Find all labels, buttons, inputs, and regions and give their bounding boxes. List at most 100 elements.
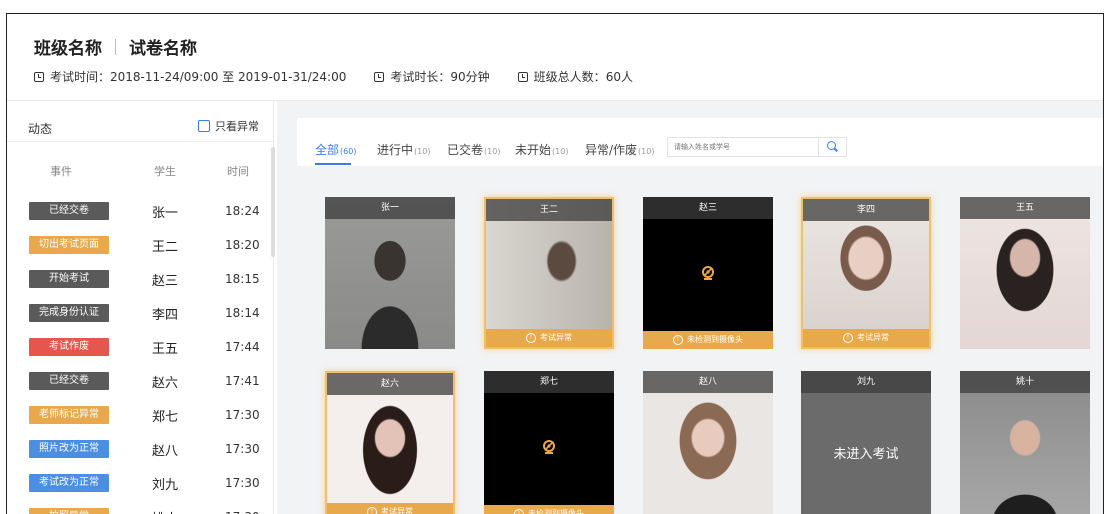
event-time: 17:44: [225, 340, 260, 354]
student-name: 赵六: [327, 373, 453, 395]
event-time: 18:15: [225, 272, 260, 286]
class-name: 班级名称: [34, 39, 102, 59]
search-icon: [827, 141, 836, 150]
student-card[interactable]: 刘九 未进入考试: [801, 371, 931, 514]
student-search: [667, 137, 847, 157]
exam-time-value: 2018-11-24/09:00 至 2019-01-31/24:00: [110, 70, 347, 84]
event-tag: 已经交卷: [29, 202, 109, 220]
tab-2[interactable]: 已交卷(10): [447, 141, 500, 158]
duration-value: 90分钟: [450, 70, 490, 84]
event-student: 李四: [152, 308, 179, 323]
duration-label: 考试时长：: [390, 70, 451, 84]
event-time: 17:30: [225, 442, 260, 456]
event-tag: 开始考试: [29, 270, 109, 288]
student-name: 赵三: [643, 197, 773, 219]
activity-row[interactable]: 考试改为正常 刘九 17:30: [7, 468, 273, 500]
not-entered-label: 未进入考试: [833, 447, 899, 462]
event-time: 18:14: [225, 306, 260, 320]
student-card[interactable]: 张一: [325, 197, 455, 349]
tab-count: (10): [414, 147, 431, 156]
activity-row[interactable]: 切出考试页面 王二 18:20: [7, 230, 273, 262]
exam-monitor-window: 班级名称 试卷名称 考试时间： 2018-11-24/09:00 至 2019-…: [6, 13, 1104, 514]
student-card[interactable]: 王五: [960, 197, 1090, 349]
column-header-event: 事件: [50, 165, 72, 178]
student-photo: [486, 199, 612, 347]
activity-row[interactable]: 老师标记异常 郑七 17:30: [7, 400, 273, 432]
paper-name: 试卷名称: [129, 39, 197, 59]
student-card[interactable]: 郑七! 未检测到摄像头: [484, 371, 614, 514]
event-tag: 完成身份认证: [29, 304, 109, 322]
tab-label: 异常/作废: [585, 143, 638, 157]
search-button[interactable]: [818, 138, 846, 156]
student-card[interactable]: 王二! 考试异常: [484, 197, 614, 349]
activity-row[interactable]: 完成身份认证 李四 18:14: [7, 298, 273, 330]
activity-row[interactable]: 开始考试 赵三 18:15: [7, 264, 273, 296]
tab-count: (60): [340, 147, 357, 156]
only-abnormal-toggle[interactable]: 只看异常: [198, 118, 259, 134]
event-tag: 拍照异常: [29, 508, 109, 514]
only-abnormal-label: 只看异常: [215, 120, 259, 133]
student-name: 李四: [803, 199, 929, 221]
student-name: 刘九: [801, 371, 931, 393]
activity-panel: 动态 只看异常 事件 学生 时间 已经交卷 张一 18:24 切出考试页面 王二 18:2…: [7, 101, 275, 514]
event-tag: 照片改为正常: [29, 440, 109, 458]
student-card[interactable]: 赵八: [643, 371, 773, 514]
column-header-time: 时间: [227, 165, 249, 178]
tab-label: 进行中: [377, 143, 414, 157]
event-tag: 老师标记异常: [29, 406, 109, 424]
search-input[interactable]: [668, 138, 830, 156]
page-title: 班级名称 试卷名称: [34, 34, 197, 59]
event-student: 赵三: [152, 274, 179, 289]
event-student: 姚十: [152, 508, 178, 514]
activity-header: 动态 只看异常: [7, 101, 273, 142]
warning-icon: !: [514, 508, 524, 514]
student-card[interactable]: 赵六! 考试异常: [325, 371, 455, 514]
event-student: 赵六: [152, 376, 179, 391]
activity-row[interactable]: 已经交卷 张一 18:24: [7, 196, 273, 228]
warning-icon: !: [367, 506, 377, 514]
clock-icon: [374, 71, 385, 82]
student-card[interactable]: 赵三 ! 未检测到摄像头: [643, 197, 773, 349]
total-label: 班级总人数：: [533, 70, 606, 84]
event-tag: 切出考试页面: [29, 236, 109, 254]
total-value: 60人: [605, 70, 633, 84]
event-time: 17:30: [225, 408, 260, 422]
student-name: 赵八: [643, 371, 773, 393]
filter-bar: 全部(60) 进行中(10) 已交卷(10) 未开始(10) 异常/作废(10): [297, 118, 1103, 166]
tab-0[interactable]: 全部(60): [315, 141, 356, 158]
event-time: 17:30: [225, 476, 260, 490]
event-student: 郑七: [152, 410, 179, 425]
event-time: 18:20: [225, 238, 260, 252]
tab-count: (10): [638, 147, 655, 156]
event-tag: 已经交卷: [29, 372, 109, 390]
student-photo: [325, 197, 455, 349]
event-student: 王二: [152, 240, 179, 255]
page-header: 班级名称 试卷名称 考试时间： 2018-11-24/09:00 至 2019-…: [7, 14, 1103, 101]
event-student: 王五: [152, 342, 179, 357]
warning-icon: !: [673, 334, 683, 345]
student-grid-panel: 全部(60)进行中(10)已交卷(10)未开始(10)异常/作废(10) 张一王…: [277, 101, 1103, 514]
activity-row[interactable]: 拍照异常 姚十 17:30: [7, 502, 273, 514]
tab-label: 全部: [315, 143, 340, 157]
tab-1[interactable]: 进行中(10): [377, 141, 430, 158]
clock-icon: [34, 71, 44, 82]
exam-duration: 考试时长： 90分钟: [374, 68, 490, 85]
activity-row[interactable]: 已经交卷 赵六 17:41: [7, 366, 273, 398]
activity-row[interactable]: 照片改为正常 赵八 17:30: [7, 434, 273, 466]
student-card[interactable]: 李四! 考试异常: [801, 197, 931, 349]
column-header-student: 学生: [154, 165, 176, 178]
student-card[interactable]: 姚十: [960, 371, 1090, 514]
card-status-bar: ! 未检测到摄像头: [643, 331, 773, 349]
tab-count: (10): [484, 147, 501, 156]
tab-label: 未开始: [515, 143, 552, 157]
clock-icon: [517, 71, 528, 82]
tab-3[interactable]: 未开始(10): [515, 141, 568, 158]
tab-4[interactable]: 异常/作废(10): [585, 141, 654, 158]
card-status-bar: ! 未检测到摄像头: [484, 505, 614, 514]
student-name: 王二: [486, 199, 612, 221]
exam-time-label: 考试时间：: [50, 70, 111, 84]
tab-count: (10): [552, 147, 569, 156]
warning-icon: !: [843, 332, 853, 343]
activity-row[interactable]: 考试作废 王五 17:44: [7, 332, 273, 364]
only-abnormal-checkbox[interactable]: [198, 120, 210, 132]
